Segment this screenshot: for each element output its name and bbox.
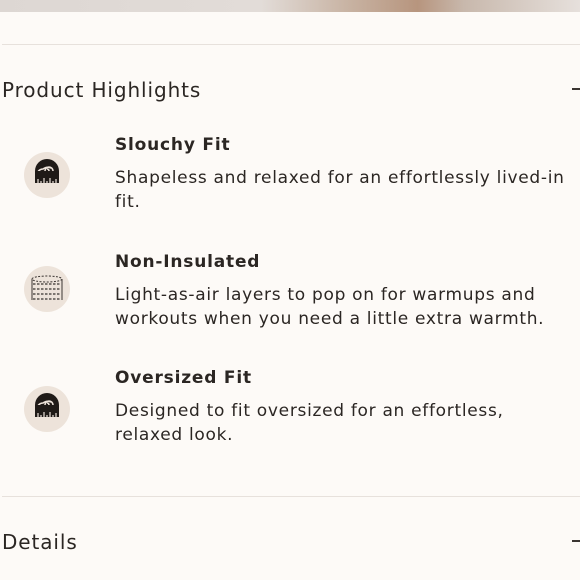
measuring-tape-icon: [24, 386, 70, 432]
highlight-description: Shapeless and relaxed for an effortlessl…: [115, 168, 565, 212]
details-title: Details: [2, 530, 78, 554]
divider: [2, 496, 580, 497]
highlight-title: Slouchy Fit: [115, 135, 231, 155]
collapse-minus-icon[interactable]: [572, 540, 580, 542]
product-photo-edge: [0, 0, 580, 12]
product-highlights-header[interactable]: Product Highlights: [2, 70, 580, 110]
details-header[interactable]: Details: [2, 522, 580, 562]
divider: [2, 44, 580, 45]
measuring-tape-icon: [24, 152, 70, 198]
highlight-description: Light-as-air layers to pop on for warmup…: [115, 285, 545, 329]
highlight-title: Oversized Fit: [115, 368, 252, 388]
collapse-minus-icon[interactable]: [572, 88, 580, 90]
highlight-description: Designed to fit oversized for an effortl…: [115, 401, 504, 445]
lightweight-fabric-icon: [24, 266, 70, 312]
highlight-title: Non-Insulated: [115, 252, 261, 272]
product-highlights-title: Product Highlights: [2, 78, 202, 102]
